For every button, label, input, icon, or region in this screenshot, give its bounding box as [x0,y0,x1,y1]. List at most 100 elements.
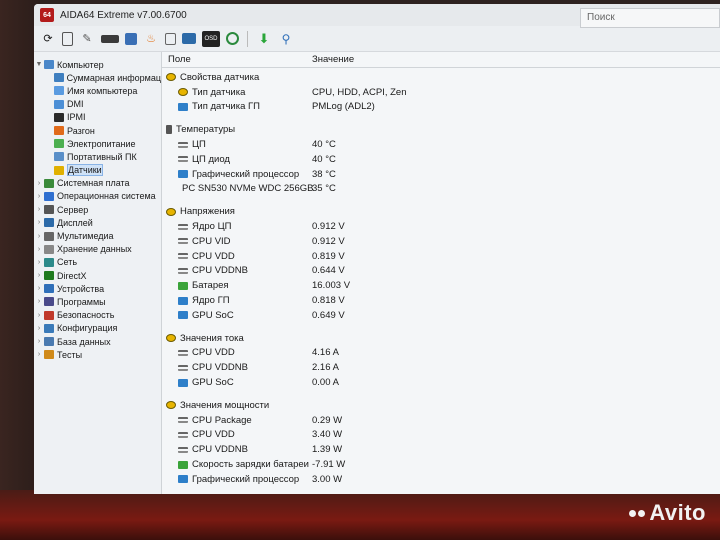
sensor-name-cell: CPU VDDNB [162,444,312,455]
refresh-icon[interactable]: ⟳ [40,31,56,47]
sensor-row[interactable]: Скорость зарядки батареи -7.91 W [162,457,720,472]
tree-item-sub[interactable]: Электропитание [34,137,161,150]
tree-item-top[interactable]: › Конфигурация [34,322,161,335]
tree-item-top[interactable]: › Операционная система [34,190,161,203]
sensor-name: GPU SoC [192,377,234,389]
tree-item-sub[interactable]: Разгон [34,124,161,137]
section-title-cell: Свойства датчика [162,72,312,83]
chevron-right-icon[interactable]: › [34,312,44,319]
sensor-row[interactable]: ЦП 40 °C [162,137,720,152]
sensor-row[interactable]: CPU VDDNB 1.39 W [162,442,720,457]
sensor-row[interactable]: CPU VDD 4.16 A [162,346,720,361]
tree-item-label: Сеть [57,257,78,268]
sensor-row[interactable]: PC SN530 NVMe WDC 256GB 35 °C [162,182,720,197]
sensor-row[interactable]: Графический процессор 38 °C [162,167,720,182]
sensor-value: 2.16 A [312,362,339,374]
sensor-name-cell: CPU VID [162,236,312,247]
sensor-row[interactable]: CPU Package 0.29 W [162,413,720,428]
search-input[interactable]: Поиск [580,8,720,28]
tree-item-computer[interactable]: ▼ Компьютер [34,58,161,71]
tree-item-top[interactable]: › База данных [34,335,161,348]
sensor-row[interactable]: Батарея 16.003 V [162,278,720,293]
tree-item-top[interactable]: › Тесты [34,348,161,361]
tree-item-top[interactable]: › Сервер [34,203,161,216]
sensor-icon [178,431,188,438]
sensor-row[interactable]: CPU VDD 0.819 V [162,249,720,264]
tree-item-label: Компьютер [57,59,104,70]
chevron-right-icon[interactable]: › [34,219,44,226]
tree-item-top[interactable]: › Безопасность [34,309,161,322]
sensor-row[interactable]: CPU VDDNB 2.16 A [162,360,720,375]
sensor-row[interactable]: CPU VID 0.912 V [162,234,720,249]
tree-item-top[interactable]: › DirectX [34,269,161,282]
report-icon[interactable] [62,31,73,46]
section-header[interactable]: Свойства датчика [162,70,720,85]
sensor-row[interactable]: CPU VDDNB 0.644 V [162,264,720,279]
chevron-right-icon[interactable]: › [34,285,44,292]
motherboard-icon[interactable] [101,34,119,43]
section-header[interactable]: Значения тока [162,331,720,346]
sensor-row[interactable]: Графический процессор 3.00 W [162,472,720,487]
sensor-icon [178,267,188,274]
sensor-icon [178,88,188,97]
section-header[interactable]: Напряжения [162,204,720,219]
osd-icon[interactable]: OSD [202,30,220,47]
sensor-row[interactable]: CPU VDD 3.40 W [162,428,720,443]
chevron-right-icon[interactable]: › [34,180,44,187]
sensor-row[interactable]: Тип датчика CPU, HDD, ACPI, Zen [162,85,720,100]
screen-bezel-bottom [0,490,720,540]
tree-item-sub[interactable]: Суммарная информац [34,71,161,84]
download-icon[interactable]: ⬇ [256,31,272,47]
column-header-value[interactable]: Значение [312,54,354,65]
chevron-right-icon[interactable]: › [34,193,44,200]
section-header[interactable]: Значения мощности [162,398,720,413]
sensor-row[interactable]: GPU SoC 0.649 V [162,308,720,323]
monitor-icon[interactable] [182,33,196,44]
column-header-field[interactable]: Поле [162,54,312,65]
tree-item-top[interactable]: › Программы [34,295,161,308]
chevron-right-icon[interactable]: › [34,338,44,345]
sensor-icon [178,223,188,230]
tree-item-top[interactable]: › Хранение данных [34,243,161,256]
copy-icon[interactable] [165,32,176,45]
chevron-right-icon[interactable]: › [34,272,44,279]
tree-item-top[interactable]: › Системная плата [34,177,161,190]
sensor-value: 3.00 W [312,473,343,485]
sensor-icon [178,349,188,356]
gauge-icon[interactable] [226,32,239,45]
pencil-icon[interactable]: ✎ [79,31,95,47]
tree-item-top[interactable]: › Сеть [34,256,161,269]
chevron-right-icon[interactable]: › [34,206,44,213]
flame-icon[interactable]: ♨ [143,31,159,47]
sensor-row[interactable]: Ядро ГП 0.818 V [162,293,720,308]
tree-item-top[interactable]: › Мультимедиа [34,229,161,242]
sensor-name-cell: CPU VDD [162,429,312,440]
sensor-row[interactable]: Ядро ЦП 0.912 V [162,219,720,234]
sensor-value: 16.003 V [312,280,351,292]
tree-item-label: Конфигурация [57,323,118,334]
tree-item-sub[interactable]: Имя компьютера [34,84,161,97]
sensor-row[interactable]: Тип датчика ГП PMLog (ADL2) [162,100,720,115]
memory-icon[interactable] [125,32,137,45]
tree-item-sub[interactable]: DMI [34,98,161,111]
chevron-right-icon[interactable]: › [34,246,44,253]
search-icon[interactable]: ⚲ [278,31,294,47]
section-title-cell: Значения мощности [162,400,312,411]
tree-item-icon [44,218,54,228]
tree-item-top[interactable]: › Устройства [34,282,161,295]
chevron-right-icon[interactable]: › [34,351,44,358]
tree-item-sub[interactable]: Портативный ПК [34,150,161,163]
chevron-right-icon[interactable]: › [34,325,44,332]
chevron-down-icon[interactable]: ▼ [34,61,44,68]
tree-item-sub[interactable]: Датчики [34,164,161,177]
sensor-row[interactable]: GPU SoC 0.00 A [162,375,720,390]
section-header[interactable]: Температуры [162,122,720,137]
chevron-right-icon[interactable]: › [34,259,44,266]
tree-item-sub[interactable]: IPMI [34,111,161,124]
sensor-row[interactable]: ЦП диод 40 °C [162,152,720,167]
tree-item-top[interactable]: › Дисплей [34,216,161,229]
chevron-right-icon[interactable]: › [34,233,44,240]
chevron-right-icon[interactable]: › [34,298,44,305]
